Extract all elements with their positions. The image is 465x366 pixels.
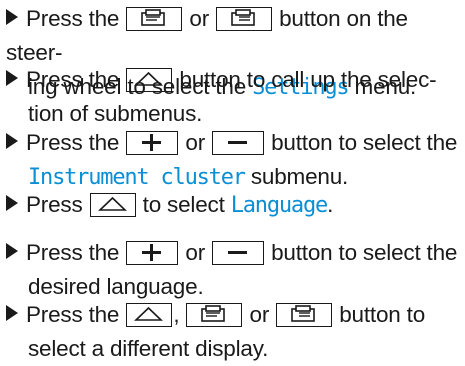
instrument-cluster-label: Instrument cluster bbox=[28, 165, 246, 190]
step-6: Press the , or button to select a differ… bbox=[6, 298, 458, 366]
next-display-key-icon bbox=[216, 7, 273, 31]
bullet-triangle-icon bbox=[6, 243, 18, 259]
step-2: Press the button to call up the selec- t… bbox=[6, 63, 458, 131]
bullet-triangle-icon bbox=[6, 70, 18, 86]
back-up-key-icon bbox=[126, 303, 173, 327]
plus-key-icon bbox=[126, 131, 179, 155]
bullet-triangle-icon bbox=[6, 305, 18, 321]
prev-display-key-icon bbox=[126, 7, 183, 31]
instruction-page: Press the or button on the steer- ing wh… bbox=[0, 0, 465, 364]
bullet-triangle-icon bbox=[6, 133, 18, 149]
step-2-line-1: Press the button to call up the selec- bbox=[6, 63, 458, 97]
language-label: Language bbox=[230, 193, 329, 218]
step-6-line-1: Press the , or button to bbox=[6, 298, 458, 332]
step-3: Press the or button to select the Instru… bbox=[6, 126, 458, 195]
next-display-key-icon bbox=[276, 303, 333, 327]
step-4-line-1: Press to select Language. bbox=[6, 188, 458, 223]
step-1-line-1: Press the or button on the steer- bbox=[6, 6, 408, 65]
plus-key-icon bbox=[126, 241, 179, 265]
back-up-key-icon bbox=[126, 68, 173, 92]
step-5: Press the or button to select the desire… bbox=[6, 236, 458, 304]
step-6-line-2: select a different display. bbox=[28, 336, 269, 361]
step-5-line-1: Press the or button to select the bbox=[6, 236, 458, 270]
minus-key-icon bbox=[212, 131, 265, 155]
step-4: Press to select Language. bbox=[6, 188, 458, 223]
step-3-line-1: Press the or button to select the bbox=[6, 126, 458, 160]
bullet-triangle-icon bbox=[6, 9, 18, 25]
prev-display-key-icon bbox=[186, 303, 243, 327]
back-up-key-icon bbox=[89, 193, 136, 217]
minus-key-icon bbox=[212, 241, 265, 265]
bullet-triangle-icon bbox=[6, 195, 18, 211]
